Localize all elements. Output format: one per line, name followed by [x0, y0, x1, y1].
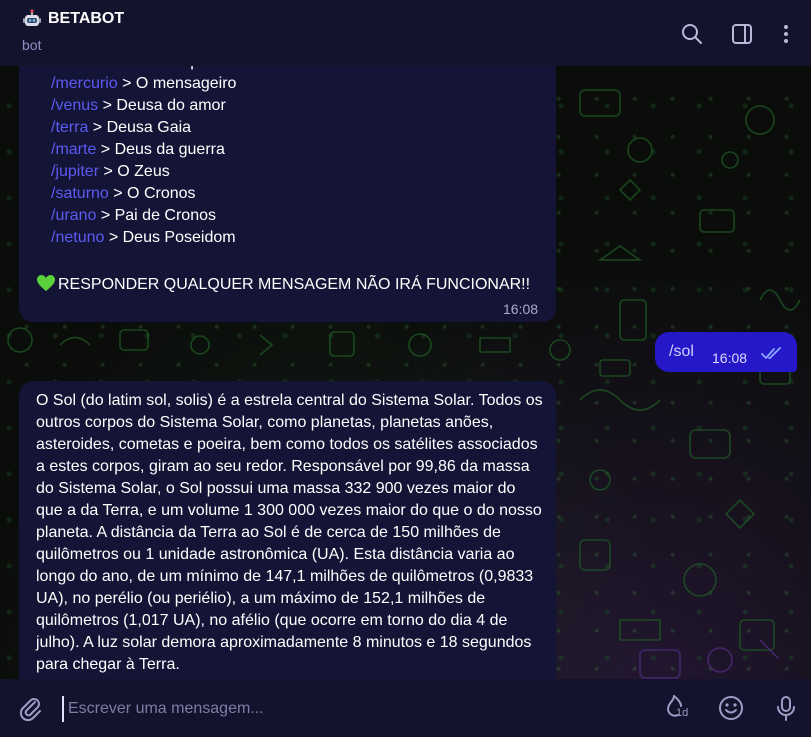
more-vert-icon[interactable]: [774, 22, 798, 46]
command-link[interactable]: /venus: [51, 97, 98, 114]
chat-subtitle: bot: [22, 37, 42, 53]
chat-title-row[interactable]: BETABOT: [22, 9, 124, 29]
command-link[interactable]: /mercurio: [51, 75, 118, 92]
message-composer: 1d: [0, 679, 811, 737]
bot-reply-message: O Sol (do latim sol, solis) é a estrela …: [19, 381, 556, 691]
command-link[interactable]: /netuno: [51, 229, 104, 246]
command-item: /venus > Deusa do amor: [51, 95, 236, 117]
emoji-icon[interactable]: [717, 694, 745, 722]
command-list: /sol > A estrela do tipo G /mercurio > O…: [51, 53, 236, 249]
command-item: /netuno > Deus Poseidom: [51, 227, 236, 249]
command-description: > Pai de Cronos: [96, 207, 216, 224]
bot-reply-text: O Sol (do latim sol, solis) é a estrela …: [36, 392, 543, 673]
command-item: /mercurio > O mensageiro: [51, 73, 236, 95]
warning-text: RESPONDER QUALQUER MENSAGEM NÃO IRÁ FUNC…: [58, 276, 531, 293]
command-link[interactable]: /marte: [51, 141, 96, 158]
green-heart-icon: [37, 275, 55, 291]
command-link[interactable]: /jupiter: [51, 163, 99, 180]
command-description: > Deusa Gaia: [88, 119, 192, 136]
command-description: > Deusa do amor: [98, 97, 226, 114]
user-message-text: /sol: [669, 343, 694, 360]
command-item: /marte > Deus da guerra: [51, 139, 236, 161]
attach-icon[interactable]: [16, 694, 44, 722]
sidebar-toggle-icon[interactable]: [730, 22, 754, 46]
command-link[interactable]: /urano: [51, 207, 96, 224]
command-item: /urano > Pai de Cronos: [51, 205, 236, 227]
command-item: /saturno > O Cronos: [51, 183, 236, 205]
message-input[interactable]: [62, 696, 630, 722]
command-description: > O Zeus: [99, 163, 170, 180]
user-message: /sol 16:08: [655, 332, 797, 372]
timer-label: 1d: [676, 707, 689, 719]
microphone-icon[interactable]: [772, 694, 800, 722]
chat-title: BETABOT: [48, 10, 125, 27]
robot-emoji-icon: [23, 9, 41, 26]
command-description: > Deus Poseidom: [104, 229, 236, 246]
chat-window: BETABOT bot /sol > A estrela do tipo G /…: [0, 0, 811, 737]
command-link[interactable]: /terra: [51, 119, 88, 136]
command-link[interactable]: /saturno: [51, 185, 109, 202]
command-item: /jupiter > O Zeus: [51, 161, 236, 183]
search-icon[interactable]: [680, 22, 704, 46]
chat-header: BETABOT bot: [0, 0, 811, 66]
message-time: 16:08: [503, 301, 539, 317]
warning-line: RESPONDER QUALQUER MENSAGEM NÃO IRÁ FUNC…: [36, 274, 530, 296]
timer-button[interactable]: 1d: [662, 693, 690, 721]
command-description: > O mensageiro: [117, 75, 237, 92]
command-item: /terra > Deusa Gaia: [51, 117, 236, 139]
message-time: 16:08: [712, 350, 748, 366]
bot-menu-message: /sol > A estrela do tipo G /mercurio > O…: [19, 40, 556, 322]
command-description: > Deus da guerra: [96, 141, 225, 158]
command-description: > O Cronos: [108, 185, 196, 202]
double-check-icon: [761, 347, 781, 359]
